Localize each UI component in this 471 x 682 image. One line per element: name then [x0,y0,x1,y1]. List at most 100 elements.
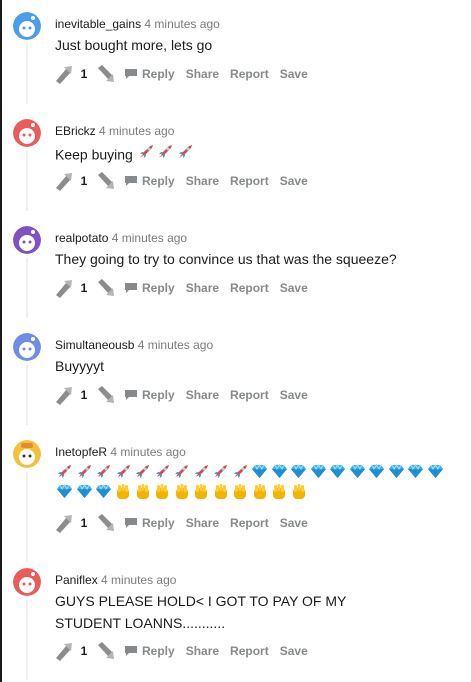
comment-timestamp[interactable]: 4 minutes ago [101,573,176,587]
save-button[interactable]: Save [280,67,308,81]
downvote-arrow-icon[interactable] [94,639,118,663]
report-button[interactable]: Report [230,174,269,188]
thread-line[interactable] [26,365,28,425]
share-button[interactable]: Share [186,281,219,295]
diamond-icon [55,481,75,501]
thread-line[interactable] [26,472,28,562]
upvote-arrow-icon[interactable] [52,511,76,535]
rocket-icon [75,461,95,481]
avatar[interactable] [13,119,41,147]
comment-body: Just bought more, lets go [55,37,213,53]
rocket-icon [156,141,176,161]
comment-author[interactable]: Paniflex 4 minutes ago [55,573,176,587]
save-button[interactable]: Save [280,644,308,658]
emoji-line-2 [55,481,450,501]
avatar[interactable] [13,333,41,361]
hand-icon [192,481,212,501]
thread-line[interactable] [26,258,28,318]
rocket-icon [137,141,157,161]
upvote-arrow-icon[interactable] [52,383,76,407]
report-button[interactable]: Report [230,388,269,402]
report-button[interactable]: Report [230,281,269,295]
avatar[interactable] [13,568,41,596]
comment-bubble-icon [125,176,137,186]
save-button[interactable]: Save [280,281,308,295]
reply-button[interactable]: Reply [124,644,175,658]
reply-button[interactable]: Reply [124,281,175,295]
rocket-icon [192,461,212,481]
downvote-arrow-icon[interactable] [94,62,118,86]
hand-icon [250,481,270,501]
comment-author[interactable]: Simultaneousb 4 minutes ago [55,338,213,352]
downvote-arrow-icon[interactable] [94,276,118,300]
diamond-icon [309,461,329,481]
avatar[interactable] [13,440,41,468]
hand-icon [153,481,173,501]
rocket-icon [211,461,231,481]
comment-author[interactable]: EBrickz 4 minutes ago [55,124,174,138]
share-button[interactable]: Share [186,67,219,81]
save-button[interactable]: Save [280,516,308,530]
thread-line[interactable] [26,600,28,680]
diamond-icon [250,461,270,481]
comment-timestamp[interactable]: 4 minutes ago [138,338,213,352]
vote-count: 1 [80,174,88,188]
rocket-icon [153,461,173,481]
diamond-icon [426,461,446,481]
comment-timestamp[interactable]: 4 minutes ago [112,231,187,245]
comment-bubble-icon [125,390,137,400]
share-button[interactable]: Share [186,388,219,402]
comment-bubble-icon [125,518,137,528]
comment-actions: 1 Reply Share Report Save [52,62,308,86]
comment-author[interactable]: inevitable_gains 4 minutes ago [55,17,220,31]
share-button[interactable]: Share [186,174,219,188]
hand-icon [289,481,309,501]
diamond-icon [75,481,95,501]
comment-bubble-icon [125,69,137,79]
diamond-icon [328,461,348,481]
diamond-icon [387,461,407,481]
vote-count: 1 [80,67,88,81]
reply-button[interactable]: Reply [124,388,175,402]
thread-line[interactable] [26,151,28,211]
downvote-arrow-icon[interactable] [94,511,118,535]
comment-body: They going to try to convince us that wa… [55,251,397,267]
vote-count: 1 [80,388,88,402]
diamond-icon [270,461,290,481]
rocket-icon [114,461,134,481]
upvote-arrow-icon[interactable] [52,639,76,663]
hand-icon [211,481,231,501]
rocket-icon [231,461,251,481]
comment-author[interactable]: realpotato 4 minutes ago [55,231,187,245]
thread-line[interactable] [26,44,28,104]
share-button[interactable]: Share [186,644,219,658]
upvote-arrow-icon[interactable] [52,62,76,86]
rocket-icon [172,461,192,481]
downvote-arrow-icon[interactable] [94,383,118,407]
reply-button[interactable]: Reply [124,174,175,188]
comment-timestamp[interactable]: 4 minutes ago [110,445,185,459]
comment-timestamp[interactable]: 4 minutes ago [99,124,174,138]
avatar[interactable] [13,12,41,40]
vote-count: 1 [80,281,88,295]
upvote-arrow-icon[interactable] [52,169,76,193]
report-button[interactable]: Report [230,516,269,530]
comment-author[interactable]: InetopfeR 4 minutes ago [55,445,186,459]
reply-button[interactable]: Reply [124,516,175,530]
comment-actions: 1 Reply Share Report Save [52,276,308,300]
diamond-icon [367,461,387,481]
comment-timestamp[interactable]: 4 minutes ago [144,17,219,31]
share-button[interactable]: Share [186,516,219,530]
downvote-arrow-icon[interactable] [94,169,118,193]
comment-bubble-icon [125,283,137,293]
save-button[interactable]: Save [280,388,308,402]
upvote-arrow-icon[interactable] [52,276,76,300]
report-button[interactable]: Report [230,67,269,81]
comment-actions: 1 Reply Share Report Save [52,383,308,407]
report-button[interactable]: Report [230,644,269,658]
save-button[interactable]: Save [280,174,308,188]
comment-bubble-icon [125,646,137,656]
reply-button[interactable]: Reply [124,67,175,81]
avatar[interactable] [13,226,41,254]
hand-icon [172,481,192,501]
